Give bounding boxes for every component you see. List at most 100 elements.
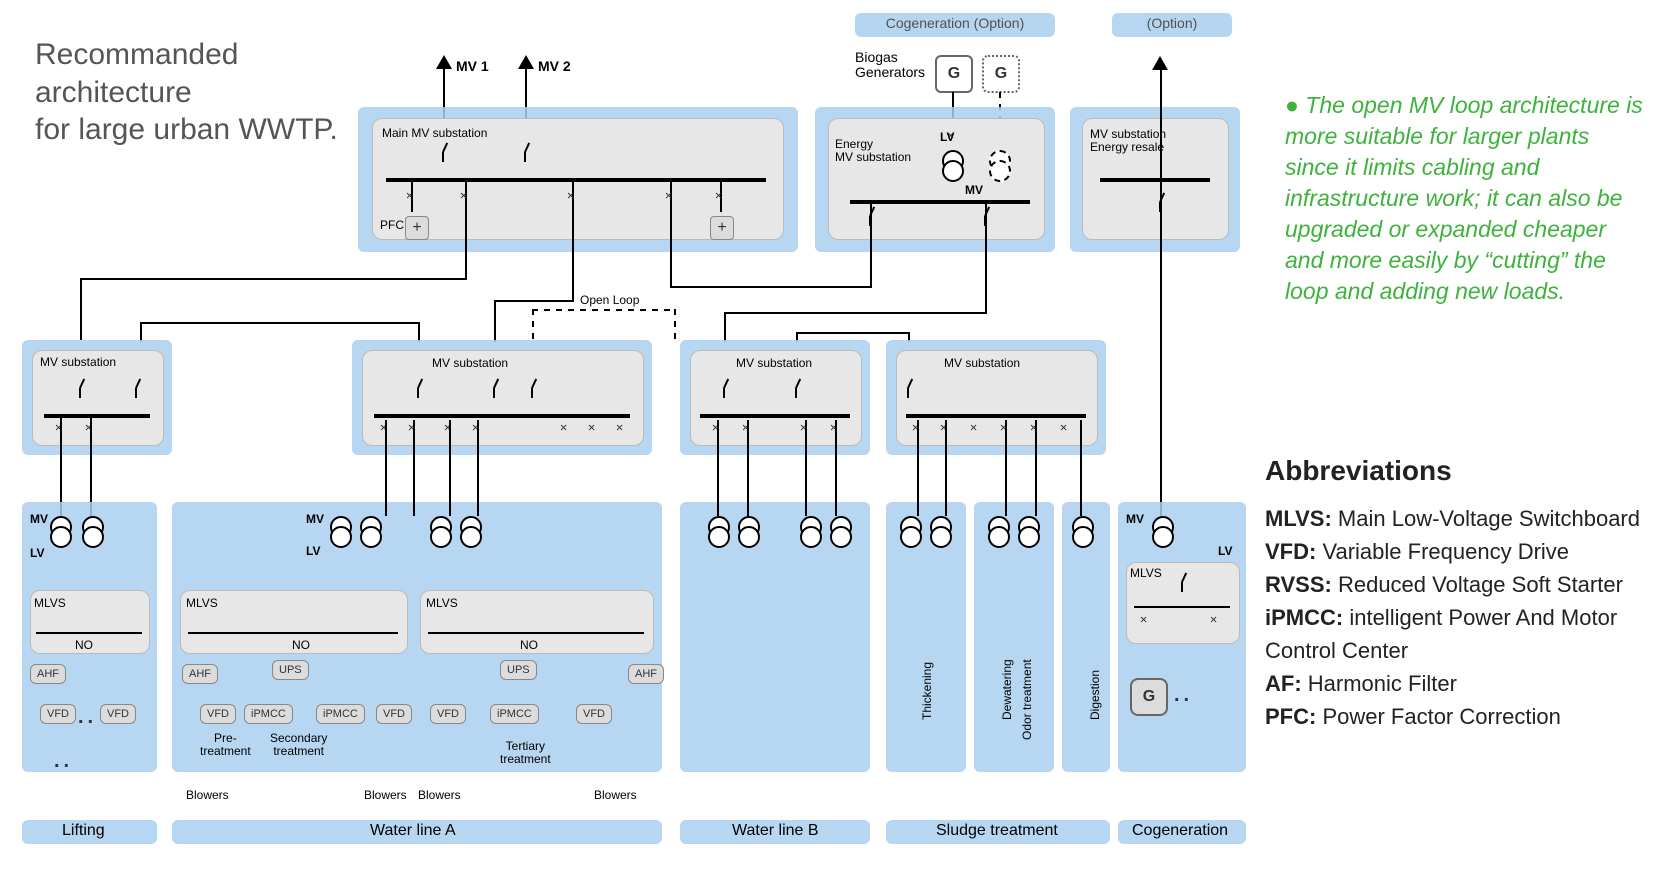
breaker-icon: ✕ bbox=[1210, 612, 1217, 626]
line bbox=[796, 332, 910, 334]
mv-resale-label: MV substationEnergy resale bbox=[1090, 128, 1166, 154]
generator-icon: G bbox=[935, 55, 973, 93]
blowers-label: Blowers bbox=[418, 788, 461, 802]
pre-text: Pre-treatment bbox=[200, 731, 251, 758]
digestion-label: Digestion bbox=[1088, 670, 1102, 720]
line bbox=[465, 242, 467, 280]
no-label: NO bbox=[75, 638, 93, 652]
line bbox=[80, 280, 82, 340]
mv-source-icon bbox=[518, 55, 534, 69]
line bbox=[449, 420, 451, 516]
busbar bbox=[188, 632, 398, 634]
abbreviations: Abbreviations MLVS: Main Low-Voltage Swi… bbox=[1265, 450, 1645, 733]
sec-label: Secondarytreatment bbox=[270, 732, 327, 757]
section-wla: Water line A bbox=[370, 822, 456, 840]
section-wlb: Water line B bbox=[732, 822, 819, 840]
busbar bbox=[700, 414, 850, 418]
vfd-badge: VFD bbox=[430, 704, 466, 724]
mv1-label: MV 1 bbox=[456, 58, 489, 74]
abbr-item: MLVS: Main Low-Voltage Switchboard bbox=[1265, 502, 1645, 535]
line bbox=[413, 420, 415, 516]
busbar bbox=[1100, 178, 1210, 182]
line bbox=[917, 420, 919, 516]
switch-icon bbox=[437, 148, 451, 162]
mv-label: MV bbox=[965, 183, 983, 197]
abbr-item: PFC: Power Factor Correction bbox=[1265, 700, 1645, 733]
pfc-icon: + bbox=[710, 216, 734, 240]
busbar bbox=[1134, 606, 1230, 608]
pre-label: Pre-treatment bbox=[200, 732, 251, 757]
header-option-label: (Option) bbox=[1147, 15, 1198, 31]
mlvs-label: MLVS bbox=[1130, 566, 1162, 580]
ellipsis-icon: .. bbox=[54, 750, 73, 773]
transformer-icon bbox=[360, 516, 380, 546]
header-cogen: Cogeneration (Option) bbox=[855, 13, 1055, 37]
line bbox=[670, 242, 672, 288]
abbr-term: VFD: bbox=[1265, 539, 1316, 564]
busbar bbox=[386, 178, 766, 182]
transformer-icon bbox=[930, 516, 950, 546]
arrow-up-icon bbox=[1152, 56, 1168, 70]
line bbox=[140, 322, 142, 342]
switch-icon bbox=[526, 384, 540, 398]
switch-icon bbox=[902, 384, 916, 398]
open-loop-line bbox=[532, 309, 676, 311]
pfc-icon: + bbox=[405, 216, 429, 240]
line bbox=[1035, 420, 1037, 516]
section-lifting: Lifting bbox=[62, 822, 105, 840]
lv-label: LV bbox=[30, 546, 44, 560]
odor-label: Odor treatment bbox=[1020, 659, 1034, 740]
abbr-term: PFC: bbox=[1265, 704, 1316, 729]
main-mv-label: Main MV substation bbox=[382, 126, 487, 140]
abbr-item: AF: Harmonic Filter bbox=[1265, 667, 1645, 700]
breaker-icon: ✕ bbox=[616, 420, 623, 434]
mvsub-label: MV substation bbox=[736, 356, 812, 370]
abbr-term: RVSS: bbox=[1265, 572, 1332, 597]
line bbox=[477, 420, 479, 516]
transformer-icon bbox=[330, 516, 350, 546]
switch-icon bbox=[1154, 198, 1168, 212]
line bbox=[494, 300, 496, 342]
abbr-item: iPMCC: intelligent Power And Motor Contr… bbox=[1265, 601, 1645, 667]
abbr-desc: Main Low-Voltage Switchboard bbox=[1332, 506, 1640, 531]
switch-icon bbox=[718, 384, 732, 398]
breaker-icon: ✕ bbox=[567, 188, 574, 202]
transformer-icon bbox=[830, 516, 850, 546]
vfd-badge: VFD bbox=[100, 704, 136, 724]
vfd-badge: VFD bbox=[376, 704, 412, 724]
transformer-icon bbox=[900, 516, 920, 546]
lv-dewatering bbox=[974, 502, 1054, 772]
busbar bbox=[850, 200, 1030, 204]
switch-icon bbox=[412, 384, 426, 398]
ahf-badge: AHF bbox=[182, 664, 218, 684]
ahf-badge: AHF bbox=[30, 664, 66, 684]
energy-mv-label: EnergyMV substation bbox=[835, 138, 911, 164]
transformer-icon-optional bbox=[989, 150, 1009, 180]
mv-resale-text: MV substationEnergy resale bbox=[1090, 127, 1166, 154]
transformer-icon bbox=[1072, 516, 1092, 546]
energy-mv-text: EnergyMV substation bbox=[835, 137, 911, 164]
breaker-icon: ✕ bbox=[1060, 420, 1067, 434]
abbr-desc: Harmonic Filter bbox=[1302, 671, 1457, 696]
busbar bbox=[36, 632, 142, 634]
line bbox=[717, 420, 719, 516]
lv-label: LV bbox=[306, 544, 320, 558]
switch-icon bbox=[519, 148, 533, 162]
vfd-badge: VFD bbox=[576, 704, 612, 724]
lv-label: LV bbox=[1218, 544, 1232, 558]
busbar bbox=[374, 414, 630, 418]
blowers-label: Blowers bbox=[364, 788, 407, 802]
ter-text: Tertiarytreatment bbox=[500, 739, 551, 766]
vfd-badge: VFD bbox=[200, 704, 236, 724]
mvsub-label: MV substation bbox=[432, 356, 508, 370]
vfd-badge: VFD bbox=[40, 704, 76, 724]
breaker-icon: ✕ bbox=[665, 188, 672, 202]
mvsub-text: MV substation bbox=[40, 355, 116, 369]
abbr-item: RVSS: Reduced Voltage Soft Starter bbox=[1265, 568, 1645, 601]
line bbox=[805, 420, 807, 516]
line bbox=[572, 242, 574, 302]
line bbox=[1080, 420, 1082, 516]
line bbox=[385, 420, 387, 516]
line bbox=[724, 312, 986, 314]
mv-source-icon bbox=[436, 55, 452, 69]
